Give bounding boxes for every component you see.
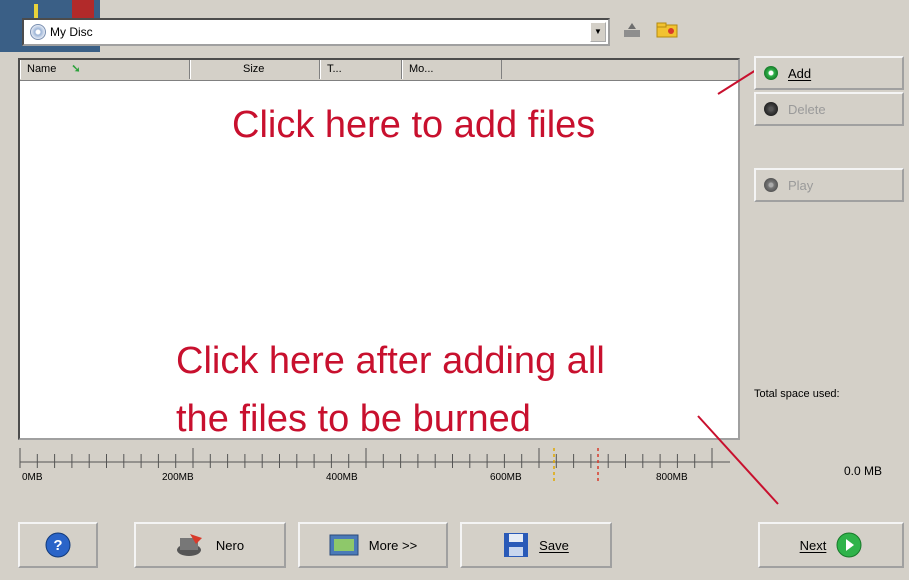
nero-icon (176, 534, 202, 556)
add-button-label: Add (788, 65, 812, 81)
play-icon (764, 178, 778, 192)
more-icon (329, 534, 359, 556)
svg-text:?: ? (53, 537, 62, 554)
floppy-disk-icon (504, 533, 529, 557)
add-hint-arrow (717, 69, 757, 95)
ruler-label-800mb: 800MB (656, 472, 688, 483)
total-space-label: Total space used: (754, 388, 840, 400)
delete-icon (764, 102, 778, 116)
more-button[interactable]: More >> (298, 522, 448, 568)
ruler-label-600mb: 600MB (490, 472, 522, 483)
ruler-label-400mb: 400MB (326, 472, 358, 483)
delete-button[interactable]: Delete (754, 92, 904, 126)
help-icon: ? (45, 532, 71, 558)
capacity-ruler (19, 448, 730, 484)
more-button-label: More >> (368, 537, 418, 553)
delete-button-label: Delete (788, 101, 826, 117)
nero-button[interactable]: Nero (134, 522, 286, 568)
help-button[interactable]: ? (18, 522, 98, 568)
add-button[interactable]: Add (754, 56, 904, 90)
next-button[interactable]: Next (758, 522, 904, 568)
ruler-label-0mb: 0MB (22, 472, 43, 483)
next-arrow-icon (836, 532, 862, 558)
ruler-label-200mb: 200MB (162, 472, 194, 483)
play-button-label: Play (788, 177, 814, 193)
save-button[interactable]: Save (460, 522, 612, 568)
save-button-label: Save (539, 537, 569, 553)
nero-button-label: Nero (215, 537, 245, 553)
next-button-label: Next (799, 537, 827, 553)
total-space-value: 0.0 MB (844, 464, 883, 478)
add-icon (764, 66, 778, 80)
play-button[interactable]: Play (754, 168, 904, 202)
